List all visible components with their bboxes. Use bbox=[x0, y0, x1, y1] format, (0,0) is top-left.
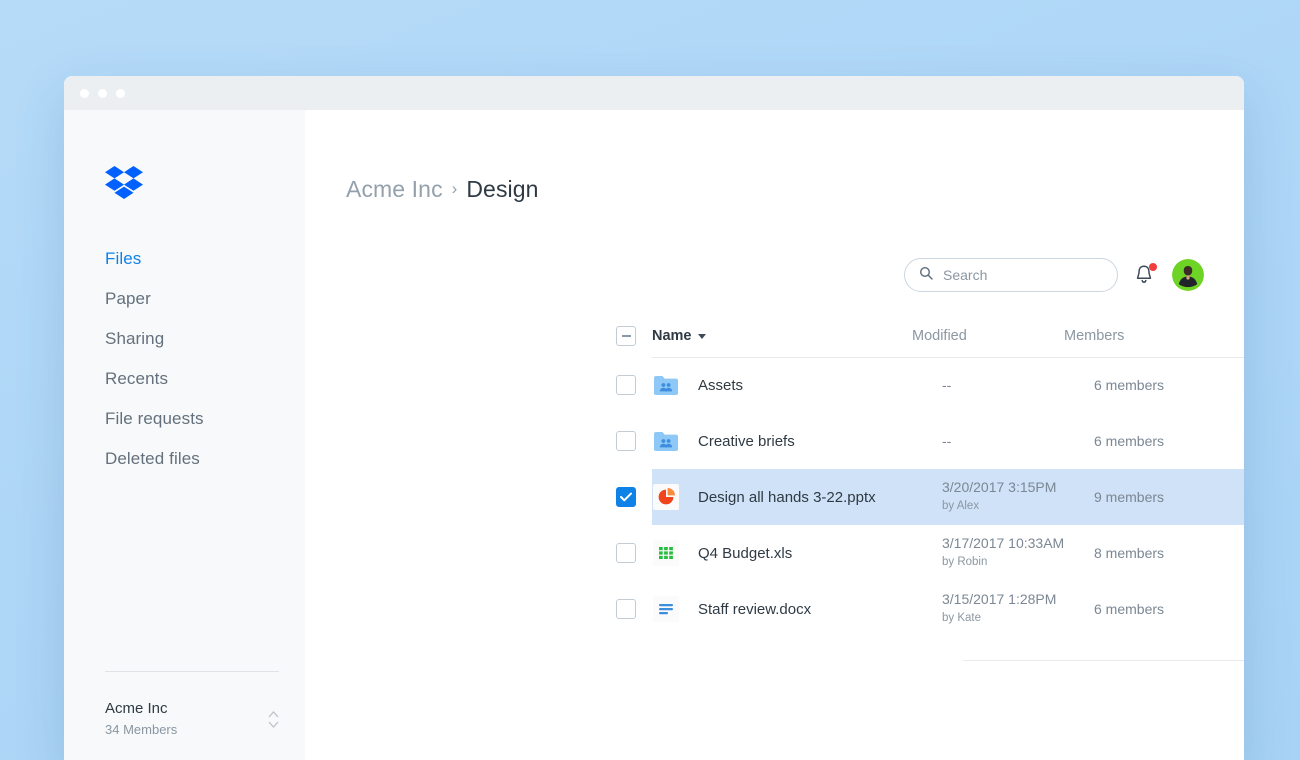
row-checkbox[interactable] bbox=[616, 599, 636, 619]
search-input[interactable] bbox=[943, 267, 1103, 283]
table-row[interactable]: Creative briefs -- 6 members bbox=[616, 413, 1244, 469]
file-members: 6 members bbox=[1094, 601, 1165, 617]
file-modified: 3/20/2017 3:15PM by Alex bbox=[942, 479, 1094, 515]
file-modified: -- bbox=[942, 377, 1094, 394]
table-row[interactable]: Assets -- 6 members bbox=[616, 357, 1244, 413]
dropbox-logo[interactable] bbox=[105, 166, 305, 205]
sidebar: Files Paper Sharing Recents File request… bbox=[64, 110, 305, 760]
sidebar-item-label: Recents bbox=[105, 369, 169, 388]
column-header-members[interactable]: Members bbox=[1064, 328, 1204, 344]
file-name[interactable]: Creative briefs bbox=[698, 433, 942, 450]
team-member-count: 34 Members bbox=[105, 722, 178, 737]
search-icon bbox=[919, 266, 933, 285]
breadcrumb-root[interactable]: Acme Inc bbox=[346, 176, 443, 203]
sidebar-nav: Files Paper Sharing Recents File request… bbox=[64, 239, 305, 479]
table-row[interactable]: Staff review.docx 3/15/2017 1:28PM by Ka… bbox=[616, 581, 1244, 637]
app-window: Files Paper Sharing Recents File request… bbox=[64, 76, 1244, 760]
stepper-chevrons-icon[interactable] bbox=[268, 710, 279, 728]
file-members: 6 members bbox=[1094, 433, 1165, 449]
notification-badge bbox=[1149, 263, 1157, 271]
header-controls bbox=[904, 258, 1204, 292]
row-divider bbox=[963, 660, 1244, 661]
file-name[interactable]: Design all hands 3-22.pptx bbox=[698, 489, 942, 506]
file-name[interactable]: Assets bbox=[698, 377, 942, 394]
notifications-button[interactable] bbox=[1134, 263, 1157, 287]
sidebar-divider bbox=[105, 671, 279, 672]
file-modified-by: by Alex bbox=[942, 500, 980, 512]
file-list: Assets -- 6 members Creative briefs -- 6… bbox=[616, 357, 1244, 661]
window-titlebar bbox=[64, 76, 1244, 110]
avatar[interactable] bbox=[1172, 259, 1204, 291]
file-members: 8 members bbox=[1094, 545, 1165, 561]
file-modified: -- bbox=[942, 433, 1094, 450]
window-minimize-dot[interactable] bbox=[98, 88, 107, 98]
shared-folder-icon bbox=[652, 427, 680, 455]
powerpoint-file-icon bbox=[652, 483, 680, 511]
sidebar-item-recents[interactable]: Recents bbox=[64, 359, 305, 399]
column-header-name[interactable]: Name bbox=[652, 328, 912, 344]
shared-folder-icon bbox=[652, 371, 680, 399]
row-checkbox[interactable] bbox=[616, 375, 636, 395]
row-checkbox[interactable] bbox=[616, 543, 636, 563]
sidebar-item-label: File requests bbox=[105, 409, 204, 428]
page-title: Design bbox=[466, 175, 539, 202]
file-modified: 3/15/2017 1:28PM by Kate bbox=[942, 591, 1094, 627]
chevron-down-icon bbox=[697, 333, 706, 339]
file-modified-date: -- bbox=[942, 432, 952, 449]
select-all-checkbox[interactable] bbox=[616, 326, 636, 346]
file-modified-by: by Kate bbox=[942, 612, 981, 624]
main-content: Acme Inc › Design Search Name Modified M… bbox=[305, 110, 1244, 760]
sidebar-item-sharing[interactable]: Sharing bbox=[64, 319, 305, 359]
word-file-icon bbox=[652, 595, 680, 623]
team-name: Acme Inc bbox=[105, 700, 168, 717]
sidebar-item-deleted-files[interactable]: Deleted files bbox=[64, 439, 305, 479]
team-switcher[interactable]: Acme Inc 34 Members bbox=[64, 671, 305, 760]
window-close-dot[interactable] bbox=[80, 88, 89, 98]
table-row-selected[interactable]: Design all hands 3-22.pptx 3/20/2017 3:1… bbox=[616, 469, 1244, 525]
file-name[interactable]: Q4 Budget.xls bbox=[698, 545, 942, 562]
breadcrumb: Acme Inc › Design bbox=[305, 110, 1244, 222]
search-box[interactable] bbox=[904, 258, 1118, 292]
column-header-modified[interactable]: Modified bbox=[912, 328, 1064, 344]
file-modified-by: by Robin bbox=[942, 556, 988, 568]
file-modified-date: 3/20/2017 3:15PM bbox=[942, 479, 1057, 495]
file-members: 6 members bbox=[1094, 377, 1165, 393]
sidebar-item-files[interactable]: Files bbox=[64, 239, 305, 279]
file-name[interactable]: Staff review.docx bbox=[698, 601, 942, 618]
table-row[interactable]: Q4 Budget.xls 3/17/2017 10:33AM by Robin… bbox=[616, 525, 1244, 581]
file-modified-date: -- bbox=[942, 376, 952, 393]
sidebar-item-label: Sharing bbox=[105, 329, 165, 348]
row-checkbox-checked[interactable] bbox=[616, 487, 636, 507]
file-modified-date: 3/17/2017 10:33AM bbox=[942, 535, 1065, 551]
sidebar-item-paper[interactable]: Paper bbox=[64, 279, 305, 319]
table-header: Name Modified Members bbox=[616, 322, 1244, 350]
column-header-name-label: Name bbox=[652, 328, 692, 344]
file-modified-date: 3/15/2017 1:28PM bbox=[942, 591, 1057, 607]
sidebar-item-file-requests[interactable]: File requests bbox=[64, 399, 305, 439]
sidebar-item-label: Paper bbox=[105, 289, 151, 308]
window-body: Files Paper Sharing Recents File request… bbox=[64, 110, 1244, 760]
sidebar-item-label: Files bbox=[105, 249, 142, 268]
window-maximize-dot[interactable] bbox=[116, 88, 125, 98]
file-modified: 3/17/2017 10:33AM by Robin bbox=[942, 535, 1094, 571]
sidebar-item-label: Deleted files bbox=[105, 449, 200, 468]
row-checkbox[interactable] bbox=[616, 431, 636, 451]
excel-file-icon bbox=[652, 539, 680, 567]
breadcrumb-separator: › bbox=[451, 179, 458, 198]
file-members: 9 members bbox=[1094, 489, 1165, 505]
